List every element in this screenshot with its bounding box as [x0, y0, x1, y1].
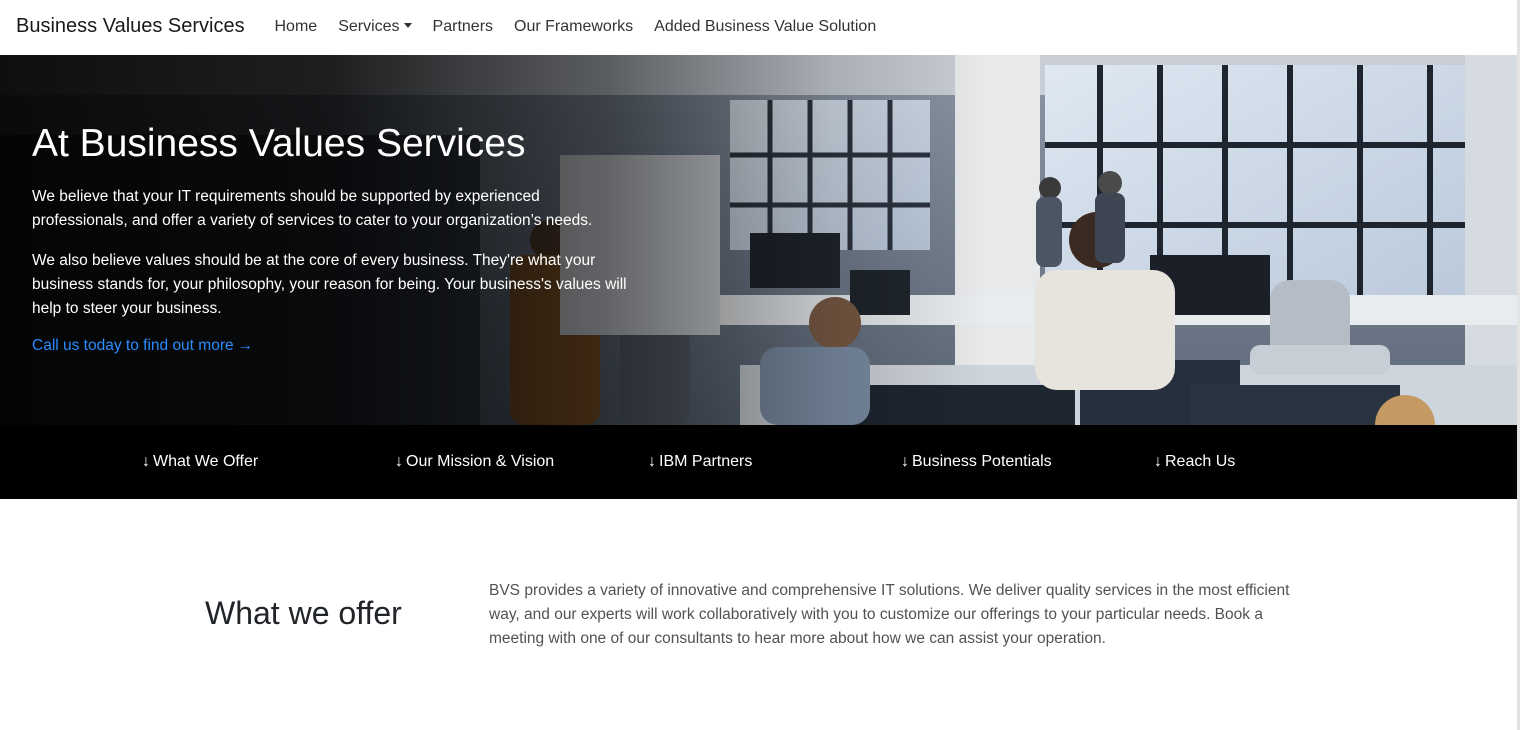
call-us-link[interactable]: Call us today to find out more → [32, 337, 253, 355]
arrow-down-icon: ↓ [142, 453, 150, 470]
brand-logo-text[interactable]: Business Values Services [16, 15, 245, 38]
anchor-label: What We Offer [153, 453, 259, 470]
anchor-what-we-offer[interactable]: ↓ What We Offer [142, 453, 258, 471]
anchor-ibm-partners[interactable]: ↓ IBM Partners [648, 453, 752, 471]
anchor-business-potentials[interactable]: ↓ Business Potentials [901, 453, 1052, 471]
nav-item-services[interactable]: Services [338, 18, 412, 36]
top-navbar: Business Values Services Home Services P… [0, 0, 1520, 55]
anchor-label: IBM Partners [659, 453, 753, 470]
hero-banner: At Business Values Services We believe t… [0, 55, 1518, 425]
anchor-reach-us[interactable]: ↓ Reach Us [1154, 453, 1235, 471]
nav-item-partners[interactable]: Partners [433, 18, 493, 36]
nav-menu: Home Services Partners Our Frameworks Ad… [264, 18, 887, 36]
section-anchor-bar: ↓ What We Offer ↓ Our Mission & Vision ↓ IB… [0, 425, 1518, 499]
anchor-label: Reach Us [1165, 453, 1236, 470]
nav-item-home[interactable]: Home [275, 18, 318, 36]
arrow-right-icon: → [237, 337, 254, 354]
nav-item-our-frameworks[interactable]: Our Frameworks [514, 18, 633, 36]
arrow-down-icon: ↓ [901, 453, 909, 470]
call-us-link-label: Call us today to find out more [32, 337, 234, 354]
anchor-label: Our Mission & Vision [406, 453, 555, 470]
hero-dark-overlay [0, 55, 1518, 425]
section-description: BVS provides a variety of innovative and… [489, 582, 1290, 647]
caret-down-icon [403, 23, 412, 28]
arrow-down-icon: ↓ [648, 453, 656, 470]
hero-title: At Business Values Services [32, 122, 526, 165]
hero-paragraph-1: We believe that your IT requirements sho… [32, 188, 593, 229]
arrow-down-icon: ↓ [1154, 453, 1162, 470]
arrow-down-icon: ↓ [395, 453, 403, 470]
nav-item-services-label: Services [338, 18, 400, 35]
section-heading: What we offer [205, 595, 402, 631]
nav-item-added-business-value-solution[interactable]: Added Business Value Solution [654, 18, 876, 36]
anchor-our-mission-vision[interactable]: ↓ Our Mission & Vision [395, 453, 554, 471]
anchor-label: Business Potentials [912, 453, 1052, 470]
hero-paragraph-2: We also believe values should be at the … [32, 252, 627, 317]
